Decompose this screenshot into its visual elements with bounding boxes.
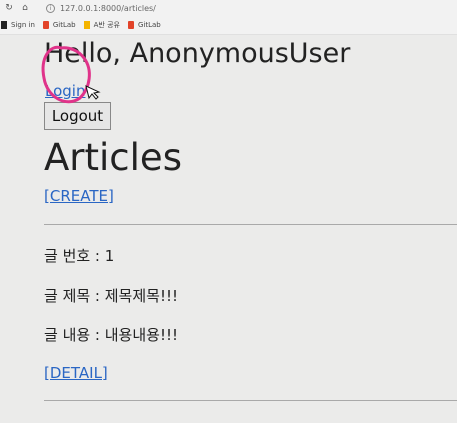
gitlab-icon (42, 21, 49, 29)
bookmark-gitlab[interactable]: GitLab (42, 21, 76, 29)
page-title: Articles (44, 136, 182, 179)
gitlab-icon (127, 21, 134, 29)
bookmarks-bar: Sign in GitLab A반 공유 GitLab (0, 16, 457, 35)
home-icon[interactable]: ⌂ (18, 3, 32, 13)
logout-button[interactable]: Logout (44, 102, 111, 130)
bookmark-label: A반 공유 (93, 21, 120, 29)
cursor-pointer-icon (85, 85, 101, 100)
bookmark-label: GitLab (52, 21, 76, 29)
url-text[interactable]: 127.0.0.1:8000/articles/ (60, 4, 156, 13)
article-title: 글 제목 : 제목제목!!! (44, 287, 178, 305)
divider (44, 224, 457, 225)
article-number: 글 번호 : 1 (44, 247, 115, 265)
article-content: 글 내용 : 내용내용!!! (44, 326, 178, 344)
bookmark-label: Sign in (11, 21, 35, 29)
browser-toolbar: ↻ ⌂ i 127.0.0.1:8000/articles/ (0, 0, 457, 16)
drive-icon (83, 21, 90, 29)
info-icon[interactable]: i (46, 3, 55, 13)
bookmark-gitlab-2[interactable]: GitLab (127, 21, 161, 29)
create-link[interactable]: [CREATE] (44, 187, 114, 205)
reload-icon[interactable]: ↻ (2, 3, 16, 13)
divider (44, 400, 457, 401)
bookmark-label: GitLab (137, 21, 161, 29)
bookmark-shared[interactable]: A반 공유 (83, 20, 120, 30)
detail-link[interactable]: [DETAIL] (44, 364, 108, 382)
greeting-heading: Hello, AnonymousUser (44, 38, 351, 69)
address-bar[interactable]: i 127.0.0.1:8000/articles/ (46, 3, 156, 13)
bookmark-icon (1, 21, 7, 29)
login-link[interactable]: Login (45, 82, 85, 100)
bookmark-sign-in[interactable]: Sign in (1, 21, 35, 29)
